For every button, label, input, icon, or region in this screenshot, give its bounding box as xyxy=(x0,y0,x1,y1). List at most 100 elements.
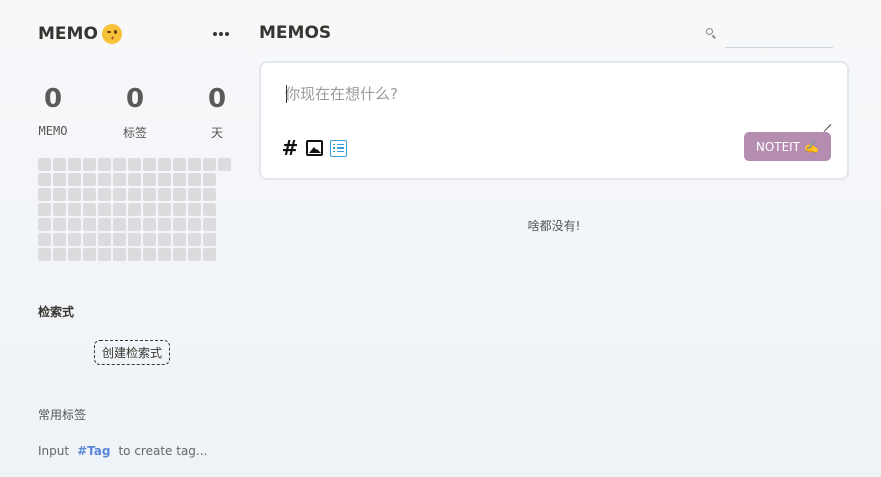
heatmap-cell[interactable] xyxy=(188,188,201,201)
heatmap-cell[interactable] xyxy=(188,203,201,216)
heatmap-cell[interactable] xyxy=(158,173,171,186)
heatmap-cell[interactable] xyxy=(98,203,111,216)
heatmap-cell[interactable] xyxy=(173,158,186,171)
heatmap-cell[interactable] xyxy=(128,188,141,201)
heatmap-cell[interactable] xyxy=(173,188,186,201)
heatmap-cell[interactable] xyxy=(113,233,126,246)
heatmap-cell[interactable] xyxy=(113,218,126,231)
more-options-icon[interactable] xyxy=(212,25,230,43)
heatmap-cell[interactable] xyxy=(113,158,126,171)
heatmap-cell[interactable] xyxy=(143,218,156,231)
heatmap-cell[interactable] xyxy=(113,203,126,216)
heatmap-cell[interactable] xyxy=(53,248,66,261)
heatmap-cell[interactable] xyxy=(53,233,66,246)
heatmap-cell[interactable] xyxy=(128,248,141,261)
heatmap-cell[interactable] xyxy=(38,218,51,231)
heatmap-cell[interactable] xyxy=(203,173,216,186)
heatmap-cell[interactable] xyxy=(98,158,111,171)
heatmap-cell[interactable] xyxy=(38,188,51,201)
heatmap-cell[interactable] xyxy=(158,248,171,261)
heatmap-cell[interactable] xyxy=(143,203,156,216)
heatmap-cell[interactable] xyxy=(188,248,201,261)
heatmap-cell[interactable] xyxy=(203,218,216,231)
heatmap-cell[interactable] xyxy=(188,173,201,186)
heatmap-cell[interactable] xyxy=(68,203,81,216)
heatmap-cell[interactable] xyxy=(203,233,216,246)
heatmap-cell[interactable] xyxy=(158,188,171,201)
heatmap-cell[interactable] xyxy=(203,248,216,261)
heatmap-cell[interactable] xyxy=(128,158,141,171)
heatmap-cell[interactable] xyxy=(158,158,171,171)
heatmap-cell[interactable] xyxy=(158,218,171,231)
tag-hint-prefix: Input xyxy=(38,444,70,458)
heatmap-cell[interactable] xyxy=(173,218,186,231)
search-input[interactable] xyxy=(725,24,833,48)
heatmap-cell[interactable] xyxy=(188,218,201,231)
heatmap-cell[interactable] xyxy=(83,203,96,216)
heatmap-cell[interactable] xyxy=(68,218,81,231)
heatmap-cell[interactable] xyxy=(83,188,96,201)
heatmap-cell[interactable] xyxy=(68,173,81,186)
heatmap-cell[interactable] xyxy=(128,173,141,186)
heatmap-cell[interactable] xyxy=(203,203,216,216)
heatmap-cell[interactable] xyxy=(128,218,141,231)
heatmap-cell[interactable] xyxy=(38,248,51,261)
upload-image-button[interactable] xyxy=(305,139,323,157)
heatmap-cell[interactable] xyxy=(83,158,96,171)
noteit-button[interactable]: NOTEIT ✍️ xyxy=(743,132,831,161)
tag-hint-suffix: to create tag... xyxy=(118,444,208,458)
heatmap-cell[interactable] xyxy=(38,173,51,186)
heatmap-cell[interactable] xyxy=(203,188,216,201)
heatmap-cell[interactable] xyxy=(143,158,156,171)
heatmap-cell[interactable] xyxy=(128,203,141,216)
heatmap-cell[interactable] xyxy=(53,158,66,171)
resize-handle-icon[interactable] xyxy=(823,117,831,125)
heatmap-cell[interactable] xyxy=(68,248,81,261)
heatmap-cell[interactable] xyxy=(38,203,51,216)
heatmap-cell[interactable] xyxy=(98,188,111,201)
heatmap-cell[interactable] xyxy=(173,173,186,186)
heatmap-cell[interactable] xyxy=(68,188,81,201)
heatmap-cell[interactable] xyxy=(83,173,96,186)
heatmap-cell[interactable] xyxy=(38,158,51,171)
heatmap-cell[interactable] xyxy=(83,218,96,231)
heatmap-cell[interactable] xyxy=(113,248,126,261)
heatmap-cell[interactable] xyxy=(98,233,111,246)
stat-tags[interactable]: 0 标签 xyxy=(112,84,158,141)
insert-tag-button[interactable]: # xyxy=(281,138,299,158)
heatmap-cell[interactable] xyxy=(98,248,111,261)
create-query-button[interactable]: 创建检索式 xyxy=(94,340,171,365)
heatmap-cell[interactable] xyxy=(128,233,141,246)
heatmap-cell[interactable] xyxy=(53,188,66,201)
heatmap-cell[interactable] xyxy=(203,158,216,171)
insert-list-button[interactable] xyxy=(329,139,347,157)
heatmap-cell[interactable] xyxy=(143,173,156,186)
heatmap-cell[interactable] xyxy=(188,158,201,171)
heatmap-cell[interactable] xyxy=(68,233,81,246)
heatmap-cell[interactable] xyxy=(143,248,156,261)
heatmap-cell[interactable] xyxy=(188,233,201,246)
heatmap-cell[interactable] xyxy=(98,218,111,231)
heatmap-cell[interactable] xyxy=(53,203,66,216)
tags-title: 常用标签 xyxy=(38,408,87,422)
heatmap-cell[interactable] xyxy=(53,218,66,231)
heatmap-cell[interactable] xyxy=(158,233,171,246)
heatmap-cell[interactable] xyxy=(173,203,186,216)
heatmap-cell[interactable] xyxy=(173,248,186,261)
heatmap-cell[interactable] xyxy=(143,233,156,246)
heatmap-cell[interactable] xyxy=(83,248,96,261)
stat-days[interactable]: 0 天 xyxy=(194,84,240,141)
heatmap-cell[interactable] xyxy=(173,233,186,246)
stat-memos[interactable]: 0 MEMO xyxy=(30,84,76,141)
heatmap-cell[interactable] xyxy=(143,188,156,201)
heatmap-cell[interactable] xyxy=(218,158,231,171)
memo-input[interactable] xyxy=(285,83,833,129)
heatmap-cell[interactable] xyxy=(68,158,81,171)
heatmap-cell[interactable] xyxy=(113,188,126,201)
heatmap-cell[interactable] xyxy=(158,203,171,216)
heatmap-cell[interactable] xyxy=(38,233,51,246)
heatmap-cell[interactable] xyxy=(113,173,126,186)
heatmap-cell[interactable] xyxy=(98,173,111,186)
heatmap-cell[interactable] xyxy=(53,173,66,186)
heatmap-cell[interactable] xyxy=(83,233,96,246)
